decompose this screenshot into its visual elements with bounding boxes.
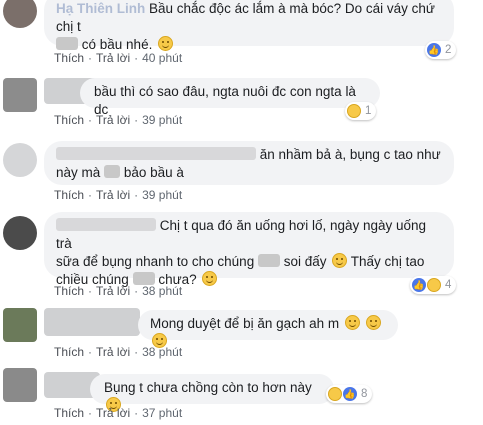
like-link[interactable]: Thích xyxy=(54,51,84,65)
reaction-summary[interactable]: 👍 2 xyxy=(425,41,457,59)
reaction-summary[interactable]: 👍 4 xyxy=(410,276,457,294)
comment-bubble: bầu thì có sao đâu, ngta nuôi đc con ngt… xyxy=(80,78,380,117)
avatar[interactable] xyxy=(3,308,37,342)
reply-link[interactable]: Trả lời xyxy=(96,345,130,359)
smile-emoji-icon xyxy=(344,315,360,330)
timestamp[interactable]: 39 phút xyxy=(142,188,182,202)
like-link[interactable]: Thích xyxy=(54,284,84,298)
like-icon: 👍 xyxy=(412,278,426,292)
reaction-count: 2 xyxy=(445,44,452,56)
comment-text: sữa để bụng nhanh to cho chúng xyxy=(56,254,255,269)
haha-icon xyxy=(347,104,361,118)
avatar[interactable] xyxy=(3,368,37,402)
like-icon: 👍 xyxy=(343,387,357,401)
smile-emoji-icon xyxy=(202,271,218,286)
reply-link[interactable]: Trả lời xyxy=(96,51,130,65)
comment-actions: Thích · Trả lời · 38 phút xyxy=(54,345,183,359)
redacted-text xyxy=(56,37,78,50)
comment-text: có bầu nhé. xyxy=(81,37,153,52)
avatar[interactable] xyxy=(3,143,37,177)
comment-text: Thấy chị tao xyxy=(350,254,425,269)
redacted-name xyxy=(56,218,156,231)
comment-text: Mong duyệt để bị ăn gạch ah m xyxy=(150,316,340,331)
timestamp[interactable]: 38 phút xyxy=(142,284,182,298)
reply-link[interactable]: Trả lời xyxy=(96,406,130,420)
comment-bubble: ăn nhầm bả à, bụng c tao như này mà bảo … xyxy=(44,141,454,185)
like-icon: 👍 xyxy=(427,43,441,57)
comment-bubble: Chị t qua đó ăn uống hơi lố, ngày ngày u… xyxy=(44,212,454,287)
like-link[interactable]: Thích xyxy=(54,345,84,359)
avatar[interactable] xyxy=(3,216,37,250)
smile-emoji-icon xyxy=(365,315,381,330)
comment-actions: Thích · Trả lời · 40 phút xyxy=(54,51,183,65)
reaction-count: 1 xyxy=(365,105,372,117)
redacted-text xyxy=(257,254,280,267)
reaction-summary[interactable]: 👍 8 xyxy=(326,385,373,403)
reply-link[interactable]: Trả lời xyxy=(96,188,130,202)
haha-icon xyxy=(427,278,441,292)
avatar[interactable] xyxy=(3,0,37,28)
like-link[interactable]: Thích xyxy=(54,113,84,127)
redacted-text xyxy=(104,165,121,178)
reply-link[interactable]: Trả lời xyxy=(96,113,130,127)
like-link[interactable]: Thích xyxy=(54,406,84,420)
timestamp[interactable]: 40 phút xyxy=(142,51,182,65)
comment-actions: Thích · Trả lời · 38 phút xyxy=(54,284,183,298)
comment-text: ăn nhầm bả à, bụng c tao như xyxy=(259,147,441,162)
comment-text: bảo bầu à xyxy=(123,165,184,180)
comment-bubble: Bụng t chưa chồng còn to hơn này xyxy=(90,374,334,412)
comment-text: soi đấy xyxy=(283,254,327,269)
comment-bubble: Hạ Thiên Linh Bầu chắc độc ác lắm à mà b… xyxy=(44,0,454,52)
reply-link[interactable]: Trả lời xyxy=(96,284,130,298)
haha-icon xyxy=(328,387,342,401)
redacted-name xyxy=(44,308,140,336)
redacted-name xyxy=(56,147,256,160)
timestamp[interactable]: 39 phút xyxy=(142,113,182,127)
comment-text: này mà xyxy=(56,165,101,180)
comment-text: Bụng t chưa chồng còn to hơn này xyxy=(104,380,312,395)
commenter-name[interactable]: Hạ Thiên Linh xyxy=(56,1,145,16)
like-link[interactable]: Thích xyxy=(54,188,84,202)
timestamp[interactable]: 37 phút xyxy=(142,406,182,420)
timestamp[interactable]: 38 phút xyxy=(142,345,182,359)
comment-actions: Thích · Trả lời · 39 phút xyxy=(54,113,183,127)
reaction-count: 4 xyxy=(445,279,452,291)
reaction-summary[interactable]: 1 xyxy=(345,102,377,120)
reaction-count: 8 xyxy=(361,388,368,400)
comment-actions: Thích · Trả lời · 39 phút xyxy=(54,188,183,202)
comment-actions: Thích · Trả lời · 37 phút xyxy=(54,406,183,420)
smile-emoji-icon xyxy=(332,253,348,268)
avatar[interactable] xyxy=(3,78,37,112)
comment-bubble: Mong duyệt để bị ăn gạch ah m xyxy=(138,310,398,348)
smile-emoji-icon xyxy=(158,36,174,51)
